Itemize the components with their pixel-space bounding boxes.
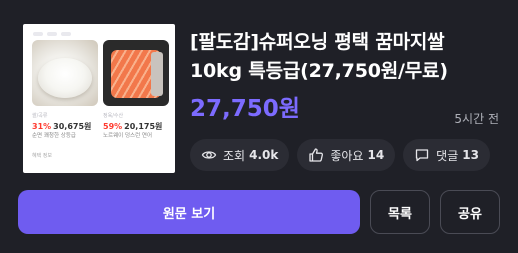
product-description: 노르웨이 덩스런 연어 (103, 133, 153, 139)
thumbs-up-icon (308, 147, 324, 163)
comments-button[interactable]: 댓글 13 (403, 139, 490, 171)
product-discount: 31% (32, 122, 52, 131)
product-category: 정육/수산 (103, 113, 124, 119)
salmon-product-image (103, 40, 169, 106)
product-price-value: 30,675원 (53, 122, 92, 131)
deal-price: 27,750원 (190, 96, 300, 122)
thumbnail-product-info: 쌀/곡류 31% 30,675원 순면 쾌청한 상등급 (32, 112, 102, 141)
views-count: 4.0k (249, 148, 279, 162)
deal-thumbnail[interactable]: 쌀/곡류 31% 30,675원 순면 쾌청한 상등급 정육/수산 59% 20,1… (23, 24, 175, 173)
comments-label: 댓글 (436, 148, 459, 163)
likes-count: 14 (367, 148, 385, 162)
product-category: 쌀/곡류 (32, 113, 48, 119)
comments-count: 13 (462, 148, 479, 162)
product-price: 31% 30,675원 (32, 121, 102, 132)
views-stat: 조회 4.0k (190, 139, 290, 171)
product-discount: 59% (103, 122, 123, 131)
thumbnail-product-info: 정육/수산 59% 20,175원 노르웨이 덩스런 연어 (103, 112, 173, 141)
product-price-value: 20,175원 (124, 122, 163, 131)
deal-title-line2: 10kg 특등급(27,750원/무료) (190, 60, 448, 82)
posted-time: 5시간 전 (454, 112, 499, 126)
rice-product-image (32, 40, 98, 106)
deal-title-line1: [팔도감]슈퍼오닝 평택 꿈마지쌀 (190, 31, 445, 53)
deal-stats: 조회 4.0k 좋아요 14 댓글 13 (190, 139, 490, 171)
deal-title[interactable]: [팔도감]슈퍼오닝 평택 꿈마지쌀 10kg 특등급(27,750원/무료) (190, 28, 500, 86)
deal-card: 쌀/곡류 31% 30,675원 순면 쾌청한 상등급 정육/수산 59% 20,1… (0, 0, 518, 253)
list-button[interactable]: 목록 (370, 190, 430, 234)
product-description: 순면 쾌청한 상등급 (32, 133, 76, 139)
likes-label: 좋아요 (330, 148, 364, 163)
thumbnail-header-decoration (33, 32, 93, 40)
comment-icon (414, 147, 430, 163)
like-button[interactable]: 좋아요 14 (297, 139, 396, 171)
product-price: 59% 20,175원 (103, 121, 173, 132)
thumbnail-footer: 혜택 정보 (32, 153, 52, 159)
view-original-button[interactable]: 원문 보기 (18, 190, 360, 234)
eye-icon (201, 147, 217, 163)
share-button[interactable]: 공유 (440, 190, 500, 234)
views-label: 조회 (223, 148, 246, 163)
